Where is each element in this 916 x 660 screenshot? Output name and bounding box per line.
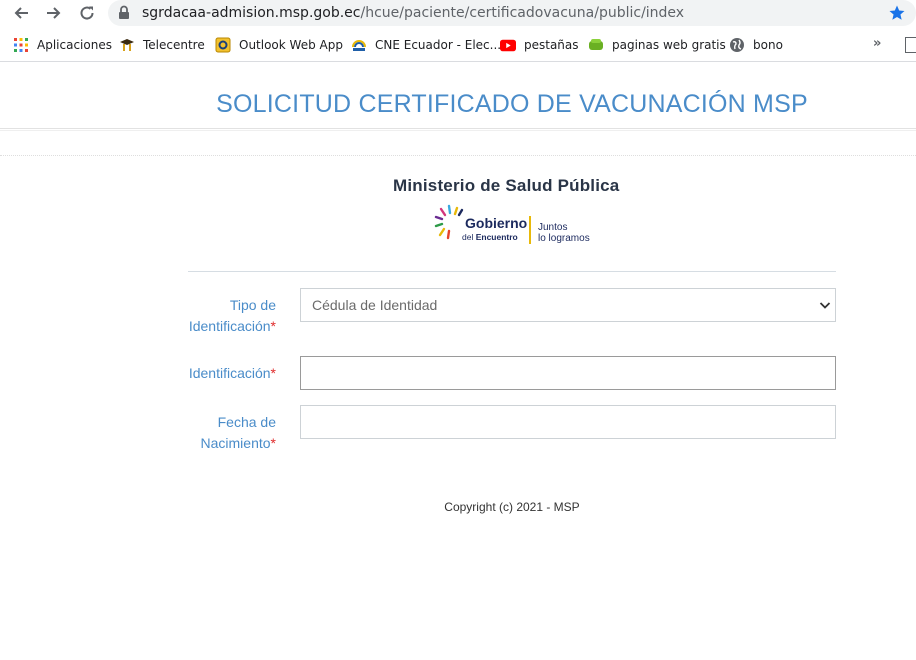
bookmark-outlook[interactable]: Outlook Web App: [215, 35, 343, 55]
logo-separator: [529, 216, 531, 244]
cne-icon: [351, 37, 367, 53]
label-line1: Tipo de: [229, 297, 276, 313]
form-divider: [188, 271, 836, 272]
reload-button[interactable]: [76, 2, 98, 24]
bookmark-cne[interactable]: CNE Ecuador - Elec...: [351, 35, 501, 55]
bookmark-label: Telecentre: [143, 38, 205, 52]
label-line2: Identificación*: [188, 318, 276, 334]
identificacion-input[interactable]: [300, 356, 836, 390]
url-domain: sgrdacaa-admision.msp.gob.ec: [142, 5, 361, 21]
arrow-right-icon: [47, 7, 61, 19]
identificacion-label: Identificación*: [188, 365, 276, 381]
bookmarks-bar: Aplicaciones Telecentre Outlook Web App: [0, 29, 916, 62]
reading-list-icon[interactable]: [905, 37, 916, 53]
forward-button[interactable]: [43, 2, 65, 24]
bookmark-label: Aplicaciones: [37, 38, 112, 52]
divider: [0, 130, 916, 131]
youtube-icon: [500, 37, 516, 53]
fecha-nacimiento-input[interactable]: [300, 405, 836, 439]
bookmark-telecentre[interactable]: Telecentre: [119, 35, 205, 55]
tipo-identificacion-select[interactable]: Cédula de Identidad: [300, 288, 836, 322]
select-value: Cédula de Identidad: [312, 297, 438, 313]
required-mark: *: [270, 435, 276, 451]
bookmark-label: CNE Ecuador - Elec...: [375, 38, 502, 52]
bookmark-pestanas[interactable]: pestañas: [500, 35, 579, 55]
label-line2: Nacimiento*: [200, 435, 276, 451]
bookmark-label: paginas web gratis: [612, 38, 726, 52]
divider: [0, 128, 916, 129]
bookmark-star-icon[interactable]: [888, 4, 906, 22]
tipo-identificacion-label: Tipo de Identificación*: [188, 295, 276, 337]
web-icon: [588, 37, 604, 53]
logo-slogan-line1: Juntos: [538, 222, 568, 233]
more-bookmarks-button[interactable]: »: [873, 36, 881, 51]
page-title: SOLICITUD CERTIFICADO DE VACUNACIÓN MSP: [216, 90, 808, 118]
gobierno-star-icon: [434, 204, 464, 240]
bookmark-label: Outlook Web App: [239, 38, 343, 52]
chevron-down-icon: [819, 302, 831, 309]
telecentre-icon: [119, 37, 135, 53]
arrow-left-icon: [14, 7, 28, 19]
label-line1: Fecha de: [217, 414, 276, 430]
required-mark: *: [270, 318, 276, 334]
outlook-icon: [215, 37, 231, 53]
ministry-name: Ministerio de Salud Pública: [393, 176, 620, 195]
reload-icon: [80, 6, 94, 20]
logo-del: del: [462, 232, 474, 242]
logo-slogan: Juntos lo logramos: [538, 222, 590, 244]
logo-encuentro: Encuentro: [475, 232, 518, 242]
gobierno-logo: Gobierno del Encuentro Juntos lo logramo…: [434, 204, 614, 250]
bookmark-paginas-web[interactable]: paginas web gratis: [588, 35, 726, 55]
logo-gobierno-text: Gobierno: [465, 215, 528, 231]
address-bar[interactable]: sgrdacaa-admision.msp.gob.ec/hcue/pacien…: [108, 0, 916, 26]
copyright-text: Copyright (c) 2021 - MSP: [444, 500, 580, 514]
required-mark: *: [270, 365, 276, 381]
logo-slogan-line2: lo logramos: [538, 233, 590, 244]
back-button[interactable]: [10, 2, 32, 24]
logo-encuentro-text: del Encuentro: [462, 232, 518, 242]
divider: [0, 155, 916, 156]
address-row: sgrdacaa-admision.msp.gob.ec/hcue/pacien…: [0, 0, 916, 26]
bookmark-label: bono: [753, 38, 783, 52]
lock-icon: [119, 5, 129, 19]
url-text: sgrdacaa-admision.msp.gob.ec/hcue/pacien…: [142, 4, 684, 22]
url-path: /hcue/paciente/certificadovacuna/public/…: [360, 5, 685, 21]
bookmark-bono[interactable]: bono: [729, 35, 783, 55]
fecha-nacimiento-label: Fecha de Nacimiento*: [188, 412, 276, 454]
bookmark-label: pestañas: [524, 38, 579, 52]
apps-grid-icon: [13, 37, 29, 53]
bookmark-aplicaciones[interactable]: Aplicaciones: [13, 35, 112, 55]
globe-icon: [729, 37, 745, 53]
